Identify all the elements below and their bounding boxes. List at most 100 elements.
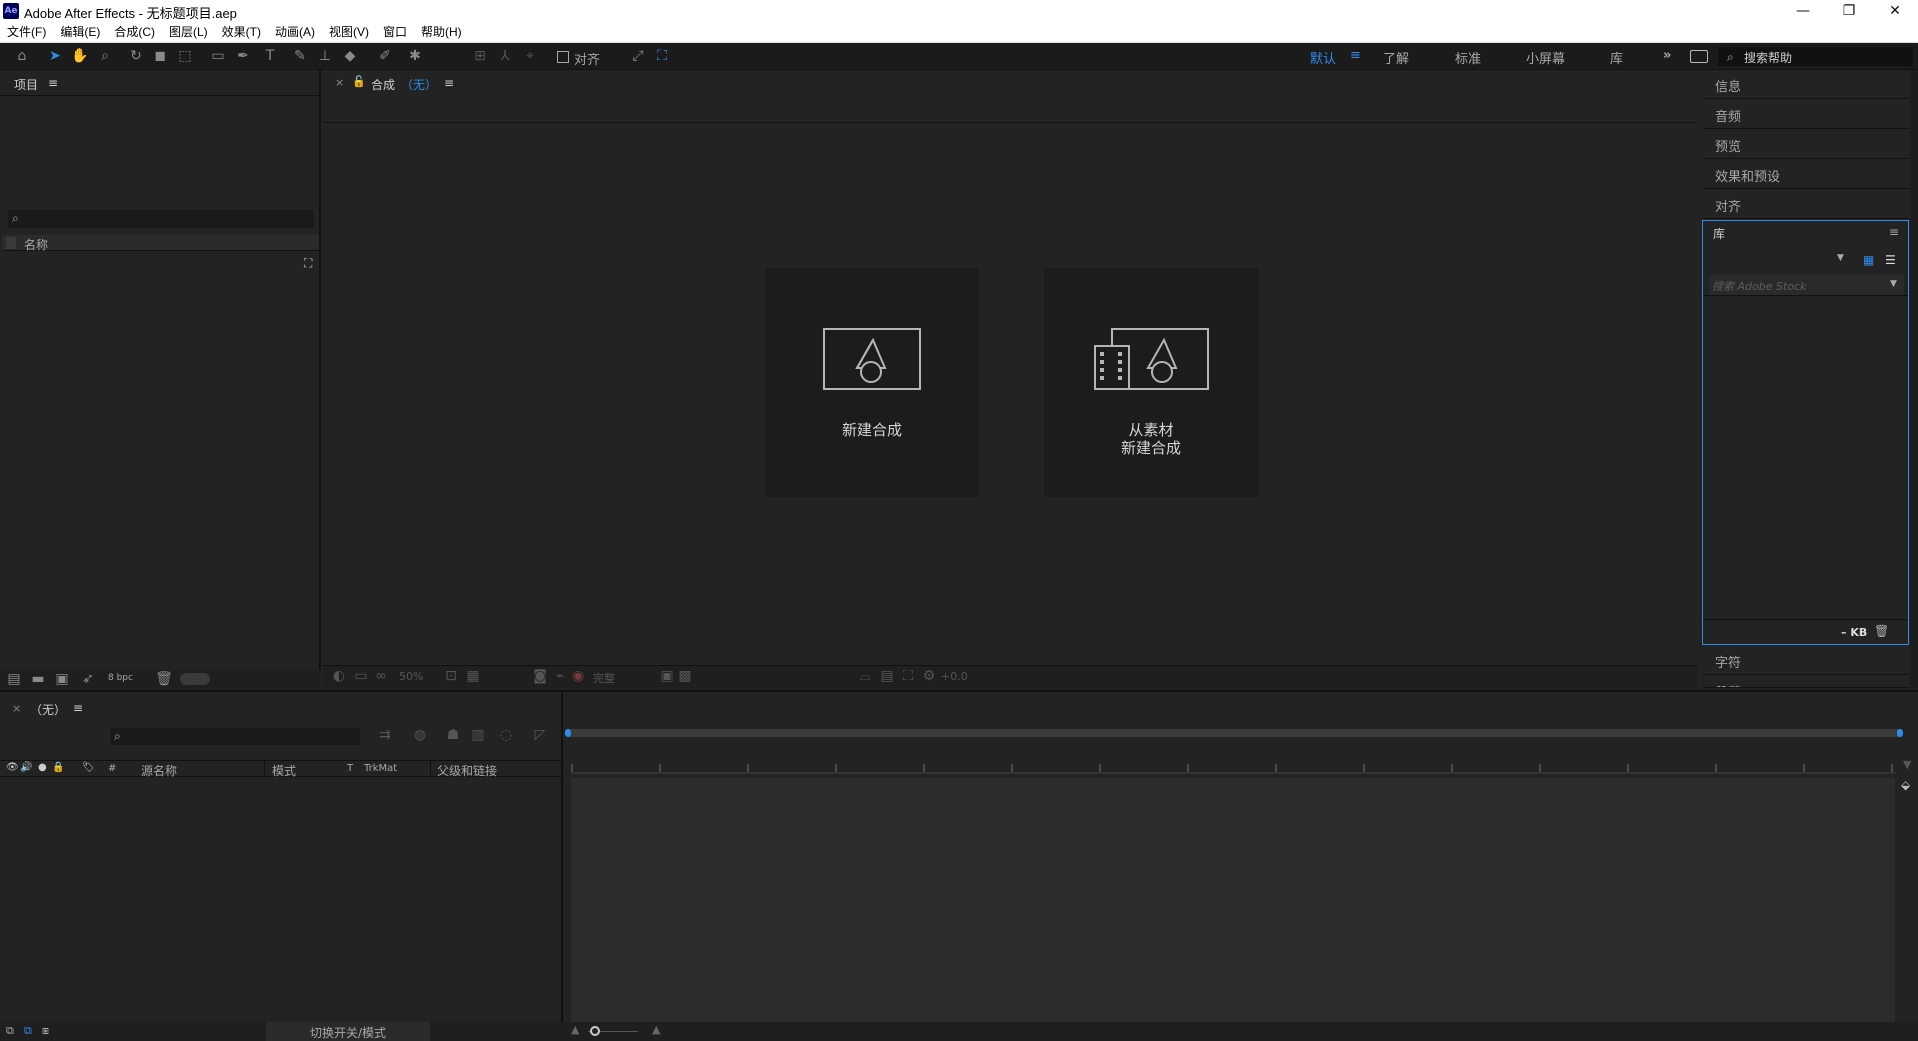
menu-window[interactable]: 窗口 bbox=[376, 22, 414, 43]
paragraph-panel-tab[interactable]: 段落 bbox=[1703, 676, 1909, 688]
menu-file[interactable]: 文件(F) bbox=[0, 22, 53, 43]
workspace-standard[interactable]: 标准 bbox=[1455, 48, 1481, 67]
zoom-select[interactable]: 50% bbox=[399, 670, 423, 683]
comp-button-icon[interactable]: ⬙ bbox=[1901, 778, 1910, 792]
shy-layers-icon[interactable]: ☗ bbox=[443, 726, 463, 744]
layer-switches-icon[interactable]: ⧉ bbox=[6, 1024, 14, 1038]
workspace-default[interactable]: 默认 bbox=[1310, 48, 1336, 67]
in-out-stretch-icon[interactable]: ⧆ bbox=[42, 1024, 49, 1038]
toggle-switches-modes-button[interactable]: 切换开关/模式 bbox=[266, 1022, 430, 1041]
workspace-menu-icon[interactable]: ≡ bbox=[1350, 48, 1361, 63]
column-preserve-transparency[interactable]: T bbox=[347, 763, 353, 774]
chevron-down-icon[interactable]: ▼ bbox=[1890, 279, 1897, 289]
roto-brush-tool-icon[interactable]: ✐ bbox=[375, 47, 395, 65]
render-queue-icon[interactable]: ➶ bbox=[78, 670, 98, 688]
minimize-button[interactable]: — bbox=[1780, 0, 1826, 22]
eraser-tool-icon[interactable]: ◆ bbox=[340, 47, 360, 65]
zoom-in-icon[interactable]: ▲ bbox=[652, 1023, 660, 1036]
audio-icon[interactable]: 🔊 bbox=[20, 762, 32, 773]
comp-mini-flowchart-icon[interactable]: ⇉ bbox=[375, 726, 395, 744]
zoom-tool-icon[interactable]: ⌕ bbox=[95, 47, 115, 65]
snapshot-icon[interactable]: ◙ bbox=[530, 667, 550, 685]
composition-tab-label[interactable]: 合成 bbox=[371, 76, 395, 93]
thumbnail-toggle[interactable] bbox=[180, 673, 210, 685]
column-trkmat[interactable]: TrkMat bbox=[364, 763, 397, 774]
camera-tool-icon[interactable]: ◼ bbox=[150, 47, 170, 65]
color-channel-icon[interactable]: ◉ bbox=[568, 667, 588, 685]
exposure-value[interactable]: +0.0 bbox=[941, 670, 968, 683]
right-panel-scrollbar[interactable] bbox=[1910, 70, 1918, 688]
new-composition-card[interactable]: 新建合成 bbox=[765, 268, 979, 497]
graph-editor-icon[interactable]: ◸ bbox=[530, 726, 550, 744]
workspace-library[interactable]: 库 bbox=[1610, 48, 1623, 67]
reset-exposure-icon[interactable]: ⚙ bbox=[919, 667, 939, 685]
new-composition-icon[interactable]: ▣ bbox=[52, 670, 72, 688]
puppet-tool-icon[interactable]: ✱ bbox=[405, 47, 425, 65]
character-panel-tab[interactable]: 字符 bbox=[1703, 646, 1909, 675]
fast-preview-icon[interactable]: ⌓ bbox=[855, 667, 875, 685]
safe-zones-icon[interactable]: ⊡ bbox=[441, 667, 461, 685]
world-axis-icon[interactable]: ⅄ bbox=[495, 47, 515, 65]
help-search-input[interactable]: ⌕ 搜索帮助 bbox=[1718, 47, 1913, 66]
menu-animation[interactable]: 动画(A) bbox=[268, 22, 322, 43]
brush-tool-icon[interactable]: ✎ bbox=[290, 47, 310, 65]
home-icon[interactable]: ⌂ bbox=[12, 47, 32, 65]
interpret-footage-icon[interactable]: ▤ bbox=[4, 670, 24, 688]
stock-search-input[interactable]: 搜索 Adobe Stock ▼ bbox=[1709, 275, 1904, 295]
transfer-controls-icon[interactable]: ⧉ bbox=[24, 1024, 32, 1038]
zoom-out-icon[interactable]: ▲ bbox=[571, 1023, 579, 1036]
list-view-icon[interactable]: ☰ bbox=[1885, 253, 1896, 267]
restore-button[interactable]: ❐ bbox=[1826, 0, 1872, 22]
align-panel-tab[interactable]: 对齐 bbox=[1703, 190, 1909, 219]
more-workspaces-icon[interactable]: » bbox=[1663, 48, 1671, 63]
monitor-icon[interactable]: ▭ bbox=[351, 667, 371, 685]
timeline-zoom-handle[interactable] bbox=[590, 1026, 600, 1036]
project-panel-menu-icon[interactable]: ≡ bbox=[48, 76, 58, 90]
pen-tool-icon[interactable]: ✒ bbox=[233, 47, 253, 65]
type-tool-icon[interactable]: T bbox=[260, 47, 280, 65]
label-column-icon[interactable] bbox=[6, 237, 16, 249]
label-tag-icon[interactable]: 🏷 bbox=[82, 762, 95, 773]
region-of-interest-icon[interactable]: ▣ bbox=[657, 667, 677, 685]
bpc-toggle[interactable]: 8 bpc bbox=[108, 673, 133, 683]
selection-tool-icon[interactable]: ➤ bbox=[45, 47, 65, 65]
lock-icon[interactable]: 🔒 bbox=[52, 762, 64, 773]
library-title[interactable]: 库 bbox=[1713, 225, 1725, 242]
rectangle-tool-icon[interactable]: ▭ bbox=[208, 47, 228, 65]
pan-behind-tool-icon[interactable]: ⬚ bbox=[175, 47, 195, 65]
grid-view-icon[interactable]: ▦ bbox=[1863, 253, 1874, 267]
menu-help[interactable]: 帮助(H) bbox=[414, 22, 469, 43]
project-tab[interactable]: 项目 bbox=[14, 76, 38, 93]
grid-icon[interactable]: ▦ bbox=[463, 667, 483, 685]
timeline-tab-name[interactable]: （无） bbox=[30, 701, 66, 718]
flowchart-icon[interactable]: ⛶ bbox=[304, 256, 312, 271]
snap-target-icon[interactable]: ⛶ bbox=[652, 47, 672, 65]
info-panel-tab[interactable]: 信息 bbox=[1703, 70, 1909, 99]
time-ruler[interactable] bbox=[571, 754, 1895, 774]
new-comp-from-footage-card[interactable]: 从素材 新建合成 bbox=[1044, 268, 1258, 497]
menu-view[interactable]: 视图(V) bbox=[322, 22, 376, 43]
audio-panel-tab[interactable]: 音频 bbox=[1703, 100, 1909, 129]
library-menu-icon[interactable]: ≡ bbox=[1889, 225, 1899, 239]
transparency-grid-icon[interactable]: ▩ bbox=[675, 667, 695, 685]
work-area-start-handle[interactable] bbox=[565, 729, 571, 737]
composition-tab-name[interactable]: （无） bbox=[401, 76, 437, 93]
column-source-name[interactable]: 源名称 bbox=[141, 762, 177, 779]
motion-blur-icon[interactable]: ◌ bbox=[496, 726, 516, 744]
new-folder-icon[interactable]: ▬ bbox=[28, 670, 48, 688]
view-axis-icon[interactable]: ⌖ bbox=[520, 47, 540, 65]
work-area-end-handle[interactable] bbox=[1897, 729, 1903, 737]
always-preview-icon[interactable]: ◐ bbox=[329, 667, 349, 685]
effects-presets-panel-tab[interactable]: 效果和预设 bbox=[1703, 160, 1909, 189]
menu-composition[interactable]: 合成(C) bbox=[107, 22, 162, 43]
timeline-icon[interactable]: ▤ bbox=[877, 667, 897, 685]
close-button[interactable]: ✕ bbox=[1872, 0, 1918, 22]
hand-tool-icon[interactable]: ✋ bbox=[70, 47, 90, 65]
comp-marker-bin-icon[interactable]: ▼ bbox=[1903, 758, 1911, 771]
vr-glasses-icon[interactable]: ∞ bbox=[371, 667, 391, 685]
solo-icon[interactable]: ● bbox=[38, 762, 47, 773]
draft-3d-icon[interactable]: ◍ bbox=[410, 726, 430, 744]
close-tab-icon[interactable]: × bbox=[335, 76, 344, 89]
column-layer-number[interactable]: # bbox=[108, 763, 116, 774]
menu-edit[interactable]: 编辑(E) bbox=[53, 22, 107, 43]
